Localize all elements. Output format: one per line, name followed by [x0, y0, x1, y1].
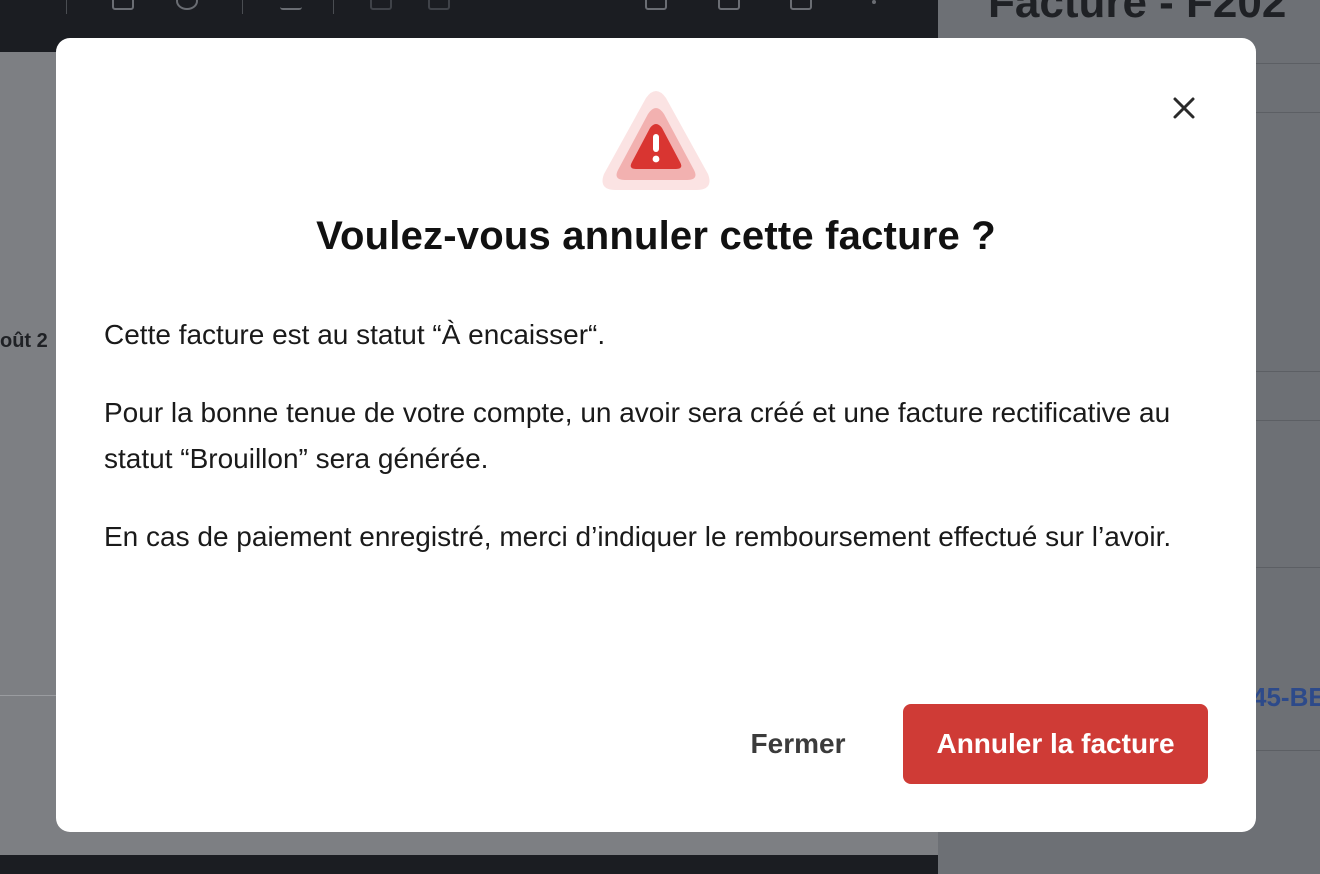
undo-icon [370, 0, 392, 10]
refund-paragraph: En cas de paiement enregistré, merci d’i… [104, 521, 1172, 552]
modal-body: Cette facture est au statut “À encaisser… [104, 312, 1204, 592]
check-circle-icon [176, 0, 198, 10]
close-modal-button[interactable] [1168, 92, 1200, 124]
background-date-fragment: oût 2 [0, 330, 48, 352]
cancel-invoice-button[interactable]: Annuler la facture [903, 704, 1208, 784]
background-reference-link: 45-BE [1252, 682, 1320, 712]
background-bottom-bar [0, 855, 938, 874]
fermer-button[interactable]: Fermer [728, 704, 868, 784]
signature-icon [280, 0, 302, 10]
cancel-invoice-modal: Voulez-vous annuler cette facture ? Cett… [56, 38, 1256, 832]
toolbar-separator [66, 0, 67, 14]
status-paragraph: Cette facture est au statut “À encaisser… [104, 319, 606, 350]
more-menu-icon [872, 0, 876, 4]
toolbar-separator [242, 0, 243, 14]
toolbar-separator [333, 0, 334, 14]
validate-doc-icon [112, 0, 134, 10]
print-icon [790, 0, 812, 10]
redo-icon [428, 0, 450, 10]
credit-note-paragraph: Pour la bonne tenue de votre compte, un … [104, 397, 1171, 474]
close-x-icon [1173, 97, 1195, 119]
modal-title: Voulez-vous annuler cette facture ? [316, 214, 996, 258]
background-panel-title: Facture - F202 [988, 0, 1287, 27]
warning-triangle-icon [602, 91, 710, 190]
add-comment-icon [645, 0, 667, 10]
copy-icon [718, 0, 740, 10]
